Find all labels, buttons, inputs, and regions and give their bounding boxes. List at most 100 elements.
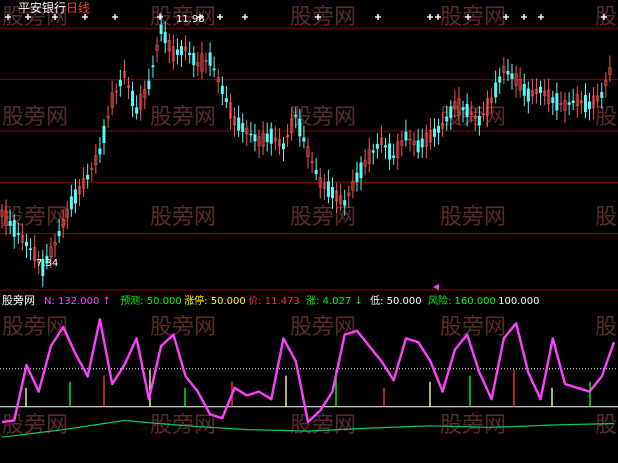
candle-body: [330, 187, 334, 199]
watermark-text: 股旁网: [2, 413, 68, 438]
candle-body: [494, 82, 498, 98]
candle-body: [180, 46, 184, 55]
watermark-text: 股旁网: [595, 105, 618, 130]
candle-body: [445, 116, 449, 122]
candle-body: [371, 150, 375, 153]
candle-body: [510, 73, 514, 79]
candle-body: [147, 80, 151, 89]
candle-body: [388, 143, 392, 160]
candle-body: [57, 231, 61, 237]
candle-body: [583, 95, 587, 113]
candle-body: [432, 128, 436, 137]
candle-body: [477, 115, 481, 126]
watermark-text: 股旁网: [150, 205, 216, 230]
watermark-text: 股旁网: [290, 413, 356, 438]
signal-star-icon: [112, 14, 118, 20]
candle-body: [192, 53, 196, 66]
candle-body: [98, 148, 102, 155]
candle-body: [73, 189, 77, 204]
indicator-grid: [0, 368, 618, 408]
watermark-text: 股旁网: [150, 315, 216, 340]
candle-body: [118, 79, 122, 87]
price-labels: 11.98 7.34: [36, 14, 205, 269]
watermark-text: 股旁网: [595, 205, 618, 230]
candle-body: [163, 31, 167, 44]
candle-body: [375, 143, 379, 149]
watermark-text: 股旁网: [150, 105, 216, 130]
signal-star-icon: [538, 14, 544, 20]
candle-body: [326, 181, 330, 197]
candle-body: [302, 137, 306, 142]
readout-item: 风险: 160.000: [428, 294, 496, 307]
signal-star-icon: [521, 14, 527, 20]
cursor-marker-icon: [433, 284, 439, 290]
candle-body: [249, 133, 253, 136]
candle-body: [224, 98, 228, 103]
candle-body: [294, 114, 298, 117]
candle-body: [208, 52, 212, 66]
stock-name: 平安银行: [18, 0, 66, 15]
candle-body: [343, 200, 347, 206]
candle-body: [253, 134, 257, 142]
signal-star-icon: [242, 14, 248, 20]
readout-item: 低: 50.000: [370, 294, 422, 307]
candle-body: [12, 220, 16, 237]
watermark-text: 股旁网: [290, 205, 356, 230]
candle-body: [298, 118, 302, 137]
indicator-readout: 股旁网 N: 132.000 ↑ 预测: 50.000 涨停: 50.000 价: 1…: [2, 293, 539, 307]
candle-body: [404, 131, 408, 141]
candle-body: [600, 92, 604, 98]
candle-body: [392, 155, 396, 158]
candle-body: [69, 196, 73, 210]
candle-body: [265, 133, 269, 143]
candle-body: [131, 90, 135, 107]
candle-body: [220, 85, 224, 95]
candle-body: [16, 233, 20, 235]
candle-body: [29, 248, 33, 251]
candle-body: [86, 174, 90, 180]
readout-item: 涨: 4.027 ↓: [306, 295, 363, 307]
candle-body: [437, 125, 441, 133]
watermark-text: 股旁网: [595, 315, 618, 340]
candle-body: [355, 172, 359, 182]
candle-body: [551, 97, 555, 103]
candle-body: [102, 125, 106, 143]
readout-item: 涨停: 50.000: [184, 294, 246, 307]
low-price-label: 7.34: [36, 258, 58, 269]
readout-item: 预测: 50.000: [120, 294, 182, 307]
watermark-text: 股旁网: [440, 205, 506, 230]
candle-body: [159, 24, 163, 35]
readout-item: N: 132.000 ↑: [44, 296, 111, 307]
candle-body: [526, 88, 530, 102]
candle-body: [461, 107, 465, 111]
candle-body: [416, 140, 420, 153]
readout-item: 价: 11.473: [248, 295, 300, 307]
candle-body: [498, 76, 502, 83]
candle-body: [465, 104, 469, 117]
candle-body: [567, 102, 571, 105]
chart-period: 日线: [66, 1, 90, 15]
price-candles: [0, 12, 612, 288]
signal-star-icon: [375, 14, 381, 20]
watermark-text: 股旁网: [440, 5, 506, 30]
candle-body: [175, 49, 179, 56]
candle-body: [359, 162, 363, 179]
candle-body: [241, 123, 245, 133]
stock-chart: 股旁网股旁网股旁网股旁网股旁网股旁网股旁网股旁网股旁网股旁网股旁网股旁网股旁网股…: [0, 0, 618, 438]
candle-body: [269, 128, 273, 144]
candle-body: [24, 241, 28, 247]
watermark-text: 股旁网: [2, 105, 68, 130]
candle-body: [282, 143, 286, 150]
signal-star-icon: [427, 14, 433, 20]
price-grid: [0, 27, 618, 235]
indicator-name: 股旁网: [2, 293, 35, 307]
candle-body: [522, 83, 526, 96]
candle-body: [384, 145, 388, 148]
watermark-layer: 股旁网股旁网股旁网股旁网股旁网股旁网股旁网股旁网股旁网股旁网股旁网股旁网股旁网股…: [2, 5, 618, 438]
watermark-text: 股旁网: [440, 413, 506, 438]
watermark-text: 股旁网: [290, 315, 356, 340]
candle-body: [539, 86, 543, 94]
candle-body: [314, 169, 318, 175]
candle-body: [8, 220, 12, 226]
candle-body: [188, 52, 192, 56]
